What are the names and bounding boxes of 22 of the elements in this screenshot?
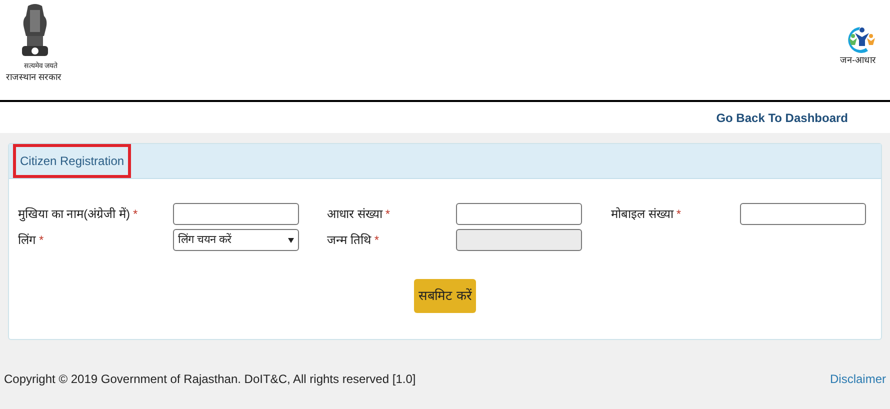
required-mark: * bbox=[39, 232, 44, 249]
copyright-text: Copyright © 2019 Government of Rajasthan. DoIT&C, All rights reserved [1.0] bbox=[4, 371, 416, 388]
required-mark: * bbox=[133, 206, 138, 223]
required-mark: * bbox=[374, 232, 380, 249]
input-field[interactable] bbox=[740, 203, 866, 225]
dashboard-link[interactable]: Go Back To Dashboard bbox=[716, 108, 848, 126]
submit-button[interactable]: सबमिट करें bbox=[414, 279, 476, 313]
field-label: आधार संख्या bbox=[327, 206, 382, 223]
required-mark: * bbox=[385, 206, 390, 223]
input-field[interactable] bbox=[173, 203, 299, 225]
caret-icon bbox=[288, 238, 294, 242]
input-field[interactable] bbox=[456, 203, 582, 225]
field-label: जन्म तिथि bbox=[327, 232, 372, 249]
field-label: मोबाइल संख्या bbox=[611, 206, 674, 223]
required-mark: * bbox=[676, 206, 682, 223]
government-name: राजस्थान सरकार bbox=[6, 71, 62, 83]
logo-caption: जन-आधार bbox=[840, 54, 876, 66]
dropdown[interactable]: लिंग चयन करें bbox=[173, 229, 299, 251]
disclaimer-link[interactable]: Disclaimer bbox=[830, 370, 886, 388]
field-label: लिंग bbox=[18, 232, 36, 249]
field-label: मुखिया का नाम(अंग्रेजी में) bbox=[18, 206, 130, 223]
panel-title: Citizen Registration bbox=[13, 144, 132, 178]
